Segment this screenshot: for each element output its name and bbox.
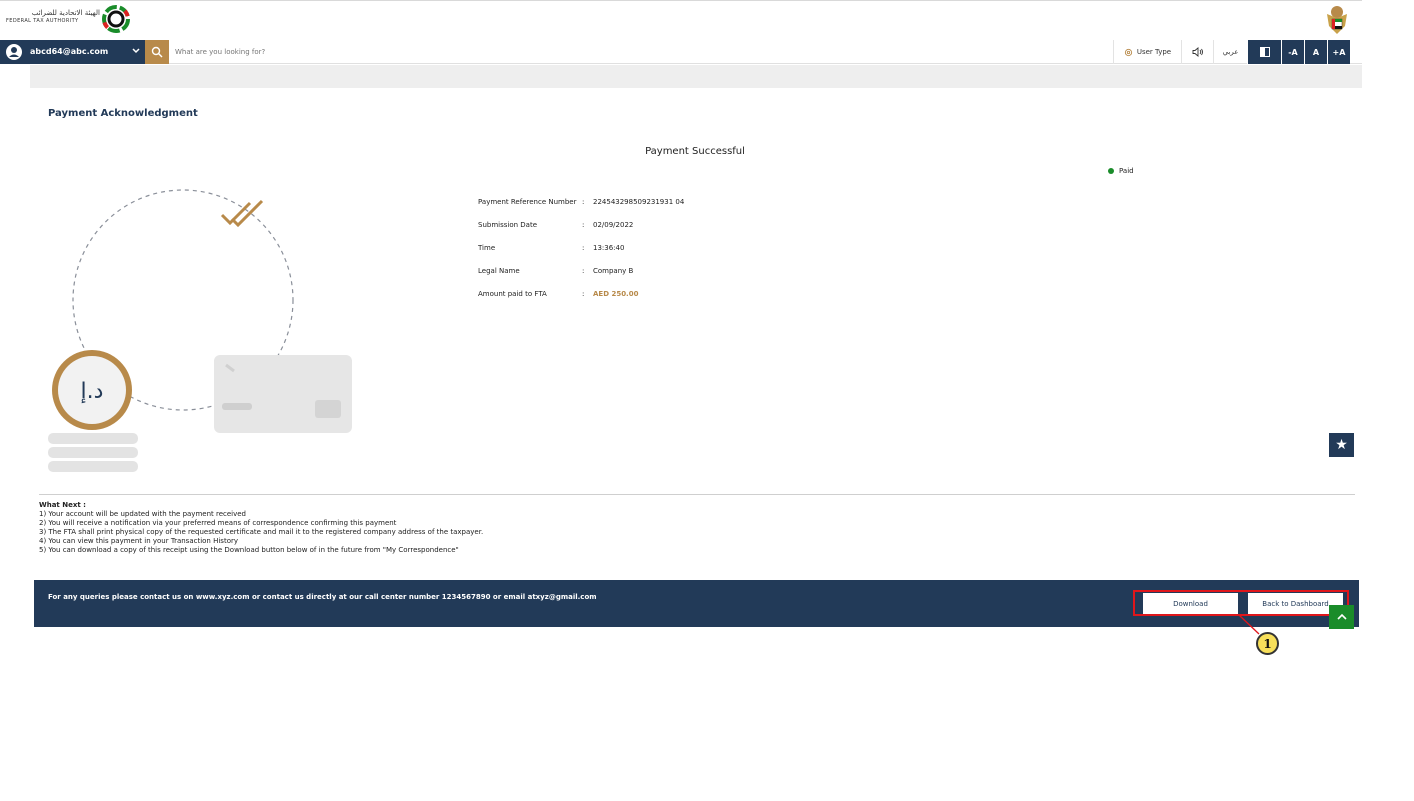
top-header: الهيئة الاتحادية للضرائب FEDERAL TAX AUT…	[0, 0, 1362, 39]
user-type-label: User Type	[1136, 48, 1172, 56]
speaker-icon	[1192, 47, 1203, 57]
footer-contact-text: For any queries please contact us on www…	[48, 593, 597, 601]
audio-button[interactable]	[1181, 40, 1213, 64]
detail-value: Company B	[593, 267, 634, 275]
coin-symbol: د.إ	[81, 379, 104, 404]
user-type-button[interactable]: User Type	[1113, 40, 1181, 64]
annotation-highlight-box	[1133, 590, 1349, 616]
contrast-icon	[1259, 47, 1270, 57]
page: الهيئة الاتحادية للضرائب FEDERAL TAX AUT…	[0, 0, 1414, 801]
font-increase-button[interactable]: +A	[1327, 40, 1350, 64]
annotation-callout-number: 1	[1256, 632, 1279, 655]
detail-colon: :	[582, 221, 585, 229]
fta-logo-text[interactable]: الهيئة الاتحادية للضرائب FEDERAL TAX AUT…	[6, 9, 100, 25]
status-dot	[1108, 168, 1114, 174]
detail-label: Submission Date	[478, 221, 538, 229]
detail-colon: :	[582, 244, 585, 252]
user-email: abcd64@abc.com	[30, 47, 109, 56]
contrast-toggle[interactable]	[1247, 40, 1281, 64]
detail-label: Time	[478, 244, 496, 252]
scroll-to-top-button[interactable]	[1329, 605, 1354, 629]
what-next-item: 2) You will receive a notification via y…	[39, 519, 397, 527]
what-next-title: What Next :	[39, 501, 86, 509]
coin-stack-icon	[48, 350, 138, 472]
double-check-icon	[220, 199, 264, 228]
page-title: Payment Acknowledgment	[48, 108, 198, 119]
detail-colon: :	[582, 198, 585, 206]
nav-bar: abcd64@abc.com User Type	[0, 40, 1362, 64]
search-button[interactable]	[145, 40, 169, 64]
detail-value: 13:36:40	[593, 244, 625, 252]
search-input[interactable]	[175, 43, 695, 61]
breadcrumb-bar	[30, 65, 1362, 88]
detail-label: Legal Name	[478, 267, 520, 275]
detail-label: Payment Reference Number	[478, 198, 577, 206]
font-normal-button[interactable]: A	[1304, 40, 1327, 64]
favorite-star-button[interactable]: ★	[1329, 433, 1354, 457]
amount-value: AED 250.00	[593, 290, 639, 298]
logo-arabic: الهيئة الاتحادية للضرائب	[31, 9, 100, 17]
chevron-up-icon	[1336, 613, 1347, 620]
status-label: Paid	[1119, 167, 1134, 175]
detail-colon: :	[582, 290, 585, 298]
what-next-section: What Next : 1) Your account will be upda…	[39, 501, 483, 555]
star-icon: ★	[1335, 437, 1348, 453]
what-next-item: 5) You can download a copy of this recei…	[39, 546, 459, 554]
what-next-item: 4) You can view this payment in your Tra…	[39, 537, 238, 545]
what-next-item: 3) The FTA shall print physical copy of …	[39, 528, 484, 536]
search-icon	[151, 46, 163, 58]
uae-emblem-icon	[1327, 6, 1347, 34]
payment-illustration: د.إ	[48, 189, 352, 472]
success-title: Payment Successful	[645, 146, 745, 157]
font-decrease-button[interactable]: -A	[1281, 40, 1304, 64]
chevron-down-icon[interactable]	[131, 46, 141, 56]
detail-colon: :	[582, 267, 585, 275]
user-menu[interactable]: abcd64@abc.com	[0, 40, 145, 64]
user-avatar-icon	[6, 44, 22, 60]
detail-label: Amount paid to FTA	[478, 290, 547, 298]
language-toggle[interactable]: عربي	[1213, 40, 1247, 64]
detail-value: 224543298509231931 04	[593, 198, 685, 206]
status-badge: Paid	[1108, 167, 1134, 175]
detail-value: 02/09/2022	[593, 221, 634, 229]
gear-icon	[1124, 48, 1132, 56]
nav-right-controls: User Type عربي -A A +A	[1113, 40, 1350, 64]
fta-logo-icon[interactable]	[102, 5, 130, 33]
section-divider	[39, 494, 1355, 495]
logo-english: FEDERAL TAX AUTHORITY	[6, 18, 79, 24]
card-illustration	[214, 355, 352, 433]
what-next-item: 1) Your account will be updated with the…	[39, 510, 247, 518]
